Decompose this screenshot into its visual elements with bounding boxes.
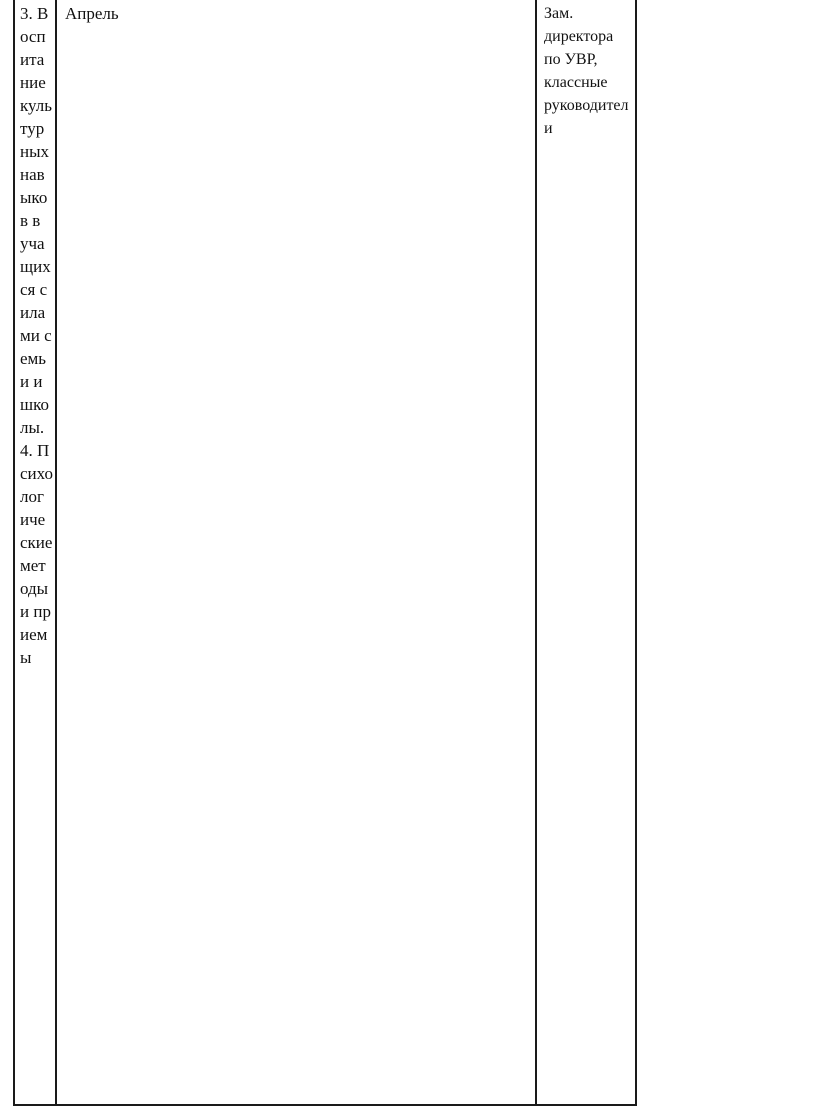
table-row: 3. Воспитание культурных навыков в учащи…: [14, 0, 636, 1105]
responsible-text: Зам. директора по УВР, классные руководи…: [544, 5, 629, 137]
table-body: 3. Воспитание культурных навыков в учащи…: [14, 0, 636, 1105]
cell-term: Апрель: [56, 0, 536, 1105]
plan-continuation-table: 3. Воспитание культурных навыков в учащи…: [13, 0, 637, 1106]
term-text: Апрель: [65, 4, 119, 23]
document-page: 3. Воспитание культурных навыков в учащи…: [0, 0, 816, 1113]
cell-activity: 3. Воспитание культурных навыков в учащи…: [14, 0, 56, 1105]
cell-responsible: Зам. директора по УВР, классные руководи…: [536, 0, 636, 1105]
activity-text: 3. Воспитание культурных навыков в учащи…: [20, 4, 53, 667]
